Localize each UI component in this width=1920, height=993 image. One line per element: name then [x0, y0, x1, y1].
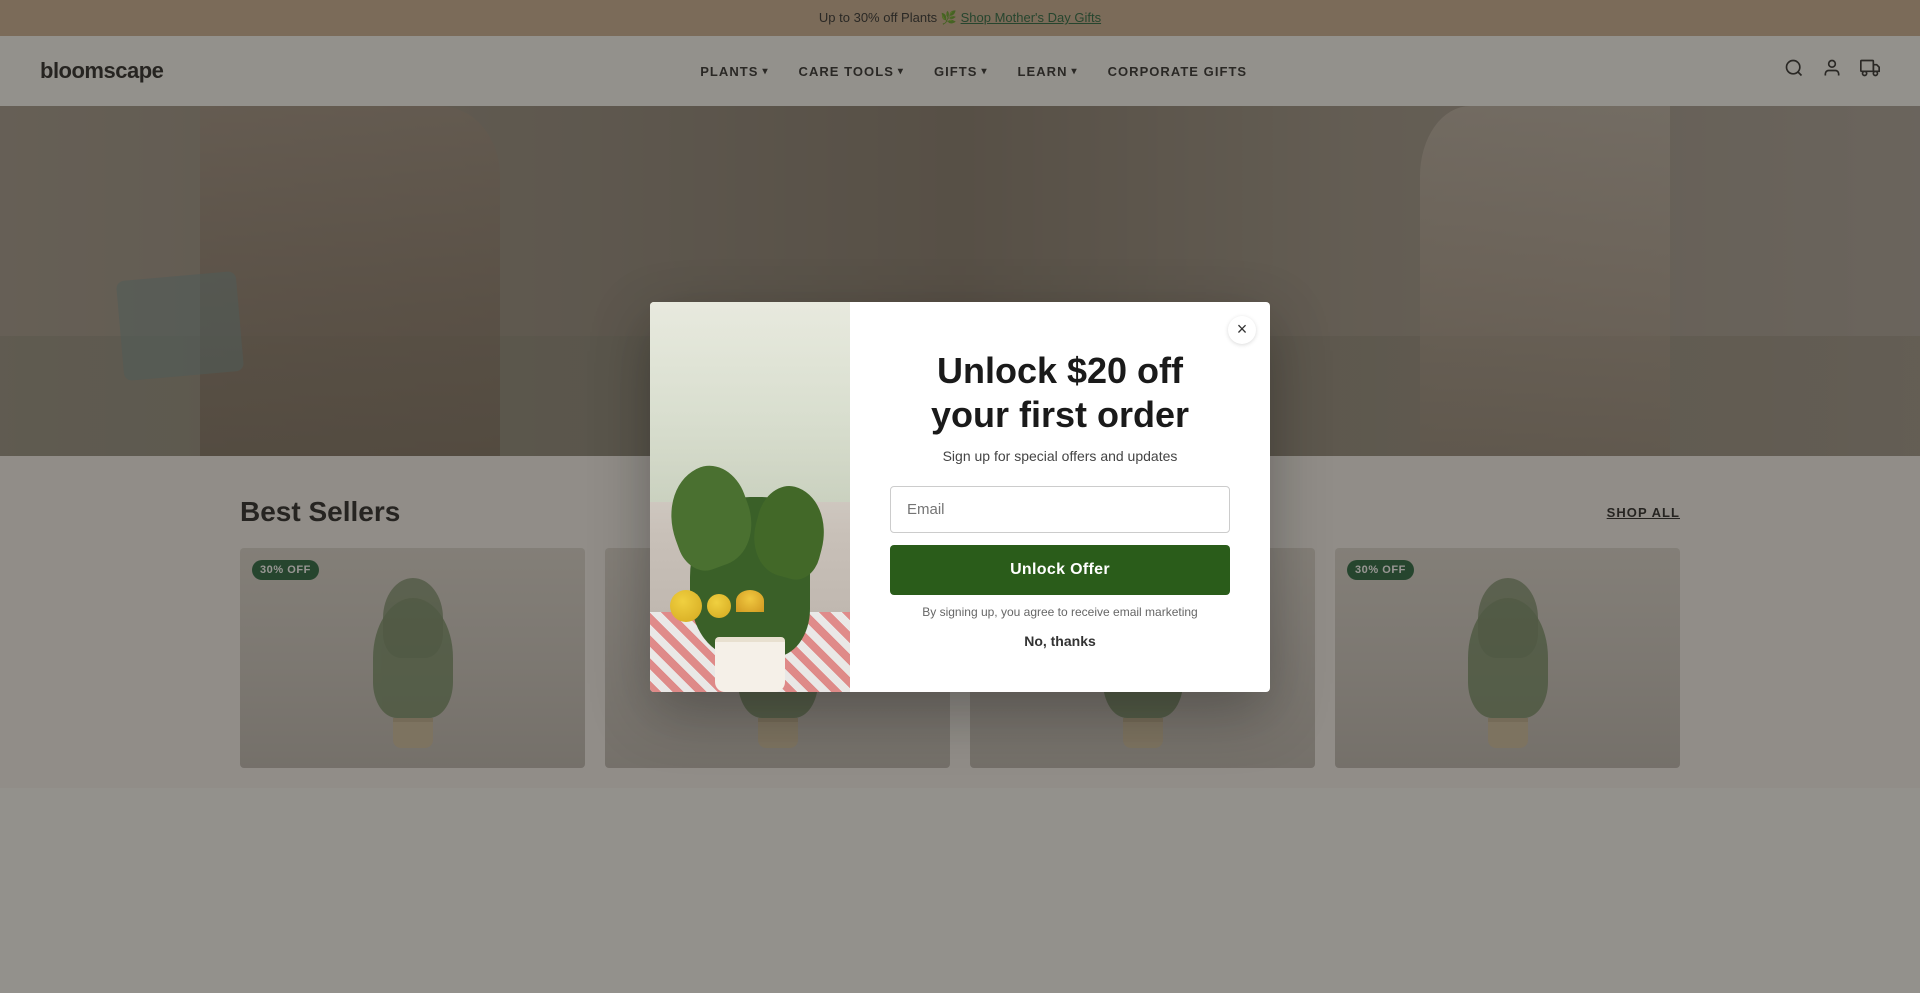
modal-plant-pot: [715, 637, 785, 692]
modal-disclaimer: By signing up, you agree to receive emai…: [890, 605, 1230, 619]
citrus-half: [736, 590, 764, 612]
modal-headline-line2: your first order: [931, 394, 1189, 435]
citrus-whole-2: [707, 594, 731, 618]
modal-overlay[interactable]: × Unlock $20 off your first order Sign u…: [0, 0, 1920, 993]
modal-content-panel: × Unlock $20 off your first order Sign u…: [850, 302, 1270, 692]
modal-plant-leaves: [690, 497, 810, 657]
no-thanks-button[interactable]: No, thanks: [890, 633, 1230, 649]
email-input[interactable]: [890, 486, 1230, 533]
modal-image-panel: [650, 302, 850, 692]
modal-subtext: Sign up for special offers and updates: [890, 448, 1230, 464]
modal-citrus: [670, 590, 764, 622]
modal-close-button[interactable]: ×: [1228, 316, 1256, 344]
close-icon: ×: [1237, 319, 1248, 340]
citrus-whole: [670, 590, 702, 622]
unlock-offer-button[interactable]: Unlock Offer: [890, 545, 1230, 595]
modal-headline-line1: Unlock $20 off: [937, 350, 1183, 391]
modal-headline: Unlock $20 off your first order: [890, 349, 1230, 435]
modal-dialog: × Unlock $20 off your first order Sign u…: [650, 302, 1270, 692]
